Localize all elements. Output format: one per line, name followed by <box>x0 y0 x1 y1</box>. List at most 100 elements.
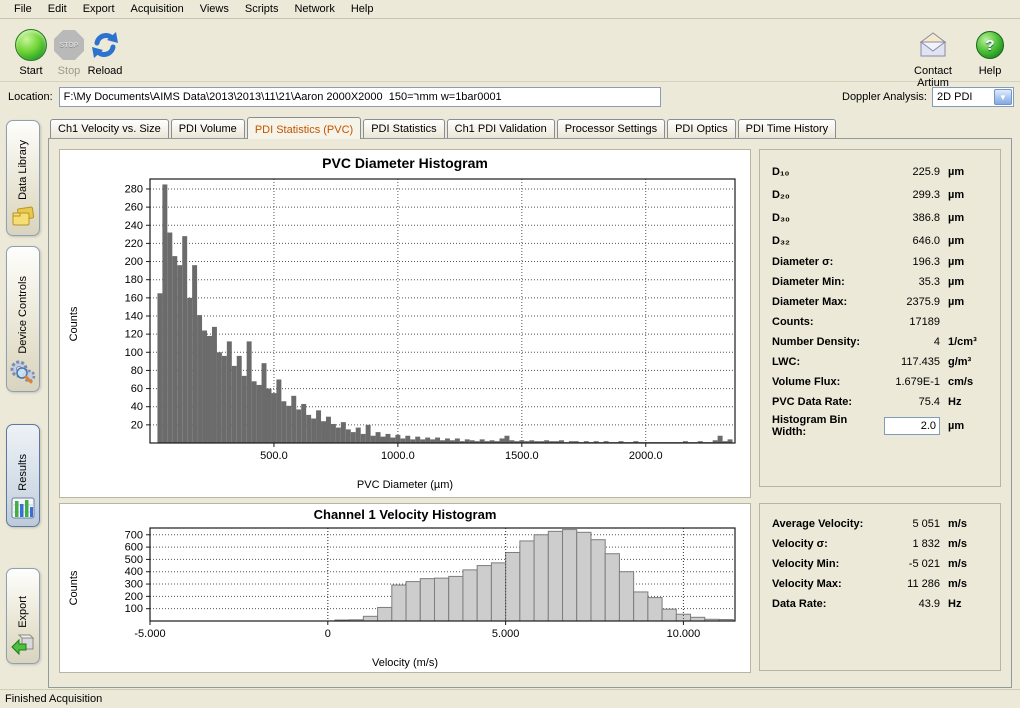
stat-row: Data Rate:43.9Hz <box>772 594 990 614</box>
status-bar: Finished Acquisition <box>0 689 1020 708</box>
tab-pdi-statistics-pvc-[interactable]: PDI Statistics (PVC) <box>247 117 361 139</box>
menu-item-export[interactable]: Export <box>75 1 123 17</box>
pvc-stats-panel: D₁₀225.9µmD₂₀299.3µmD₃₀386.8µmD₃₂646.0µm… <box>759 149 1001 487</box>
velocity-histogram-panel: Channel 1 Velocity Histogram Counts 1002… <box>59 503 751 673</box>
sidebar-item-device-controls[interactable]: Device Controls <box>6 246 40 392</box>
menu-item-scripts[interactable]: Scripts <box>237 1 287 17</box>
stat-unit: m/s <box>948 538 990 550</box>
stat-value: 2375.9 <box>872 296 940 308</box>
stat-label: Diameter Max: <box>772 296 872 308</box>
stat-row: Diameter σ:196.3µm <box>772 252 990 272</box>
stat-unit: µm <box>948 420 990 432</box>
app-window: FileEditExportAcquisitionViewsScriptsNet… <box>0 0 1020 708</box>
menu-item-help[interactable]: Help <box>343 1 382 17</box>
svg-text:200: 200 <box>125 591 143 603</box>
svg-text:100: 100 <box>125 603 143 615</box>
svg-text:20: 20 <box>131 419 143 431</box>
stat-label: D₃₀ <box>772 212 872 224</box>
svg-text:140: 140 <box>125 310 143 322</box>
svg-text:2000.0: 2000.0 <box>629 450 663 462</box>
stat-unit: g/m³ <box>948 356 990 368</box>
stat-label: Velocity σ: <box>772 538 872 550</box>
location-label: Location: <box>8 91 53 103</box>
pvc-diameter-histogram-chart: 2040608010012014016018020022024026028050… <box>61 174 747 470</box>
menu-item-network[interactable]: Network <box>286 1 342 17</box>
stat-unit: µm <box>948 189 990 201</box>
chart-title: Channel 1 Velocity Histogram <box>60 507 750 522</box>
tab-pdi-time-history[interactable]: PDI Time History <box>738 119 837 138</box>
tab-pdi-optics[interactable]: PDI Optics <box>667 119 736 138</box>
stat-unit: µm <box>948 276 990 288</box>
stat-row: Number Density:41/cm³ <box>772 332 990 352</box>
doppler-analysis-label: Doppler Analysis: <box>842 91 927 103</box>
histogram-bin-width-input[interactable] <box>884 417 940 435</box>
svg-text:240: 240 <box>125 220 143 232</box>
tab-ch1-pdi-validation[interactable]: Ch1 PDI Validation <box>447 119 555 138</box>
stat-label: Histogram Bin Width: <box>772 414 872 438</box>
stat-label: Average Velocity: <box>772 518 872 530</box>
svg-text:700: 700 <box>125 529 143 541</box>
toolbar: Start STOP Stop Reload <box>0 19 1020 82</box>
stat-unit: Hz <box>948 396 990 408</box>
tab-pdi-statistics[interactable]: PDI Statistics <box>363 119 444 138</box>
menu-item-file[interactable]: File <box>6 1 40 17</box>
chevron-down-icon[interactable] <box>994 89 1012 105</box>
stat-value: 1.679E-1 <box>872 376 940 388</box>
stat-value: 196.3 <box>872 256 940 268</box>
stat-value: 117.435 <box>872 356 940 368</box>
stat-unit: m/s <box>948 558 990 570</box>
stat-label: Diameter σ: <box>772 256 872 268</box>
svg-text:160: 160 <box>125 292 143 304</box>
menu-item-views[interactable]: Views <box>192 1 237 17</box>
sidebar-item-results[interactable]: Results <box>6 424 40 527</box>
svg-text:200: 200 <box>125 256 143 268</box>
tab-pdi-volume[interactable]: PDI Volume <box>171 119 245 138</box>
sidebar-item-data-library[interactable]: Data Library <box>6 120 40 236</box>
stat-row: D₃₂646.0µm <box>772 229 990 252</box>
menu-item-acquisition[interactable]: Acquisition <box>123 1 192 17</box>
stat-value: 5 051 <box>872 518 940 530</box>
svg-text:600: 600 <box>125 542 143 554</box>
stat-value: 299.3 <box>872 189 940 201</box>
stat-value: 646.0 <box>872 235 940 247</box>
sidebar-item-export[interactable]: Export <box>6 568 40 664</box>
doppler-analysis-select[interactable]: 2D PDI <box>932 87 1014 107</box>
stat-label: Velocity Max: <box>772 578 872 590</box>
stat-value: 225.9 <box>872 166 940 178</box>
stat-row: Volume Flux:1.679E-1cm/s <box>772 372 990 392</box>
svg-text:100: 100 <box>125 347 143 359</box>
svg-text:40: 40 <box>131 401 143 413</box>
help-button[interactable]: ? Help <box>968 27 1012 77</box>
stat-unit: m/s <box>948 578 990 590</box>
stat-unit: 1/cm³ <box>948 336 990 348</box>
svg-text:80: 80 <box>131 365 143 377</box>
stat-row: D₂₀299.3 µm <box>772 183 990 206</box>
stat-label: D₂₀ <box>772 189 872 201</box>
svg-text:10.000: 10.000 <box>667 628 701 640</box>
stat-unit: µm <box>948 166 990 178</box>
stat-unit: µm <box>948 296 990 308</box>
export-icon <box>10 634 36 659</box>
tab-processor-settings[interactable]: Processor Settings <box>557 119 665 138</box>
stat-row: Average Velocity:5 051m/s <box>772 514 990 534</box>
stat-label: Volume Flux: <box>772 376 872 388</box>
stat-value: -5 021 <box>872 558 940 570</box>
reload-button[interactable]: Reload <box>76 27 134 77</box>
stat-value: 17189 <box>872 316 940 328</box>
menu-item-edit[interactable]: Edit <box>40 1 75 17</box>
stat-unit: µm <box>948 212 990 224</box>
location-input[interactable] <box>59 87 661 107</box>
stat-row: Diameter Min:35.3µm <box>772 272 990 292</box>
stat-value: 11 286 <box>872 578 940 590</box>
svg-text:180: 180 <box>125 274 143 286</box>
svg-text:500.0: 500.0 <box>260 450 288 462</box>
tab-ch1-velocity-vs-size[interactable]: Ch1 Velocity vs. Size <box>50 119 169 138</box>
status-text: Finished Acquisition <box>5 693 102 705</box>
stat-label: Diameter Min: <box>772 276 872 288</box>
menu-bar: FileEditExportAcquisitionViewsScriptsNet… <box>0 0 1020 19</box>
contact-artium-button[interactable]: Contact Artium <box>898 27 968 89</box>
stat-row: Velocity Max:11 286 m/s <box>772 574 990 594</box>
svg-text:500: 500 <box>125 554 143 566</box>
svg-text:5.000: 5.000 <box>492 628 520 640</box>
stat-value: 75.4 <box>872 396 940 408</box>
